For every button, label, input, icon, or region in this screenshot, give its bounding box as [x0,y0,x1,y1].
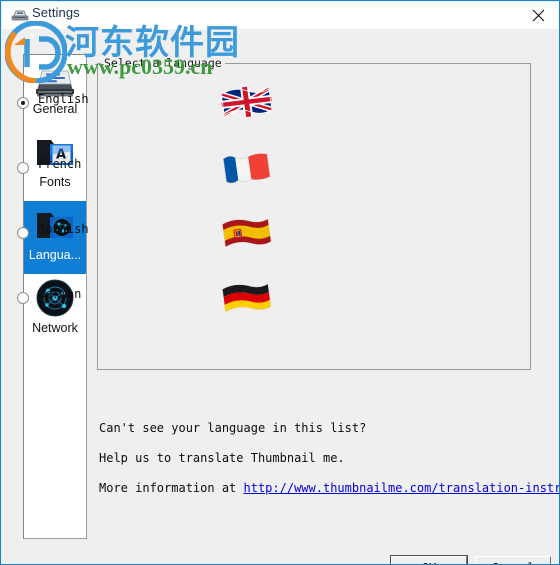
help-line-3-prefix: More information at [99,481,244,495]
language-label: English [38,92,89,106]
close-icon [532,9,545,22]
language-option-german[interactable]: German [2,270,436,335]
radio-spanish[interactable] [17,227,29,239]
radio-french[interactable] [17,162,29,174]
flag-spain-icon [217,211,275,259]
flag-germany-icon [217,276,275,324]
close-button[interactable] [516,2,559,28]
translation-instructions-link[interactable]: http://www.thumbnailme.com/translation-i… [244,481,560,495]
help-line-3: More information at http://www.thumbnail… [99,481,559,495]
title-bar: Settings [2,2,559,29]
language-option-spanish[interactable]: Spanish [2,205,436,270]
cancel-button[interactable]: Cancel [475,556,551,564]
dialog-body: General A Fonts Langua... Network Select… [2,29,559,564]
radio-german[interactable] [17,292,29,304]
flag-uk-icon [217,81,275,129]
language-label: French [38,157,82,171]
translation-help-block: Can't see your language in this list? He… [99,421,559,511]
settings-window: Settings General A Fonts Langua... Netwo… [0,0,560,565]
groupbox-title: Select a language [101,56,225,70]
language-option-french[interactable]: French [2,140,436,205]
language-label: German [38,287,82,301]
help-line-1: Can't see your language in this list? [99,421,367,435]
ok-button[interactable]: OK [390,555,468,564]
radio-english[interactable] [17,97,29,109]
scanner-icon [11,9,29,22]
language-option-english[interactable]: English [2,75,436,140]
help-line-2: Help us to translate Thumbnail me. [99,451,345,465]
language-label: Spanish [38,222,89,236]
flag-france-icon [217,146,275,194]
window-title: Settings [32,5,80,20]
